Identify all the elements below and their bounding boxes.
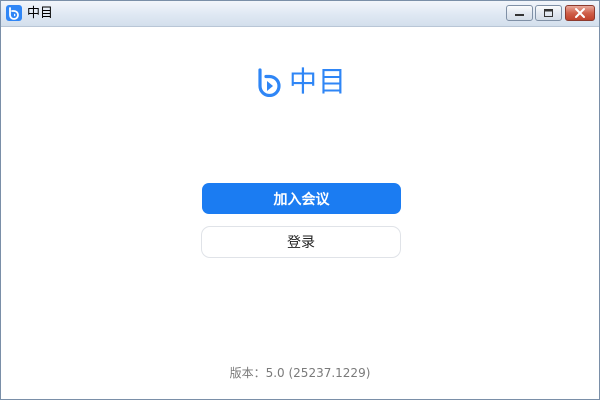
join-meeting-button[interactable]: 加入会议: [202, 183, 401, 214]
title-bar[interactable]: 中目: [1, 1, 599, 27]
window-title: 中目: [27, 6, 54, 21]
app-window: 中目 中目 加入会议 登录 版本：5.0 (25237.1229): [0, 0, 600, 400]
minimize-icon: [515, 14, 524, 16]
zhongmu-logo-icon: [6, 5, 22, 21]
close-icon: [575, 8, 585, 18]
close-button[interactable]: [565, 5, 595, 21]
zhongmu-logo-icon: [258, 68, 281, 97]
maximize-icon: [544, 9, 553, 17]
login-button[interactable]: 登录: [201, 226, 401, 258]
version-label: 版本：5.0 (25237.1229): [229, 366, 371, 380]
maximize-button[interactable]: [535, 5, 562, 21]
main-content: 中目 加入会议 登录 版本：5.0 (25237.1229): [1, 27, 599, 399]
brand-name: 中目: [289, 65, 348, 98]
minimize-button[interactable]: [506, 5, 533, 21]
brand-logo: 中目: [256, 67, 347, 97]
